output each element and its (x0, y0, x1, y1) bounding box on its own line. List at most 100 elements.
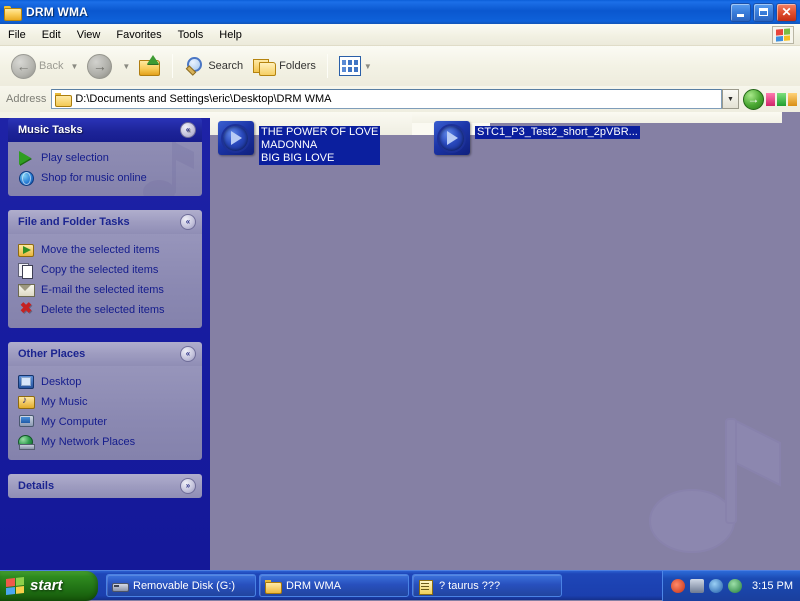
panel-header-music-tasks[interactable]: Music Tasks « (8, 118, 202, 142)
place-my-computer[interactable]: My Computer (18, 412, 196, 432)
file-item[interactable]: THE POWER OF LOVE MADONNA BIG BIG LOVE (216, 118, 380, 165)
file-item[interactable]: STC1_P3_Test2_short_2pVBR... (432, 118, 640, 158)
taskbar-button-taurus[interactable]: ? taurus ??? (412, 574, 562, 597)
restore-button[interactable] (753, 3, 774, 22)
back-dropdown-icon[interactable]: ▼ (70, 62, 78, 71)
system-tray: 3:15 PM (662, 571, 800, 601)
volume-icon[interactable] (671, 579, 685, 593)
chevron-down-icon[interactable]: » (180, 478, 196, 494)
chevron-up-icon[interactable]: « (180, 122, 196, 138)
taskbar: start Removable Disk (G:) DRM WMA ? taur… (0, 570, 800, 600)
shield-icon[interactable] (709, 579, 723, 593)
file-label: STC1_P3_Test2_short_2pVBR... (475, 126, 640, 139)
close-button[interactable]: ✕ (776, 3, 797, 22)
move-icon (18, 242, 34, 258)
desktop-icon (18, 374, 34, 390)
file-label: THE POWER OF LOVE MADONNA BIG BIG LOVE (259, 126, 380, 165)
place-label: My Network Places (41, 436, 135, 448)
toolbar: ← Back ▼ → ▼ Search Folders ▼ (0, 46, 800, 86)
file-list[interactable]: THE POWER OF LOVE MADONNA BIG BIG LOVE S… (210, 112, 800, 570)
task-label: Move the selected items (41, 244, 160, 256)
chevron-up-icon[interactable]: « (180, 346, 196, 362)
address-value: D:\Documents and Settings\eric\Desktop\D… (75, 93, 331, 105)
panel-header-details[interactable]: Details » (8, 474, 202, 498)
chevron-up-icon[interactable]: « (180, 214, 196, 230)
views-icon (339, 56, 361, 76)
forward-arrow-icon: → (87, 54, 112, 79)
delete-icon: ✖ (18, 302, 34, 318)
taskbar-button-label: DRM WMA (286, 580, 341, 592)
folders-button[interactable]: Folders (248, 51, 321, 81)
back-label: Back (39, 60, 63, 72)
menu-item-help[interactable]: Help (211, 27, 250, 43)
panel-header-file-and-folder-tasks[interactable]: File and Folder Tasks « (8, 210, 202, 234)
views-dropdown-icon[interactable]: ▼ (364, 62, 372, 71)
window-titlebar[interactable]: DRM WMA ✕ (0, 0, 800, 24)
task-delete-the-selected-items[interactable]: ✖ Delete the selected items (18, 300, 196, 320)
sidebar: Music Tasks « Play selection S (0, 118, 210, 570)
go-icon: → (748, 92, 760, 106)
menu-item-tools[interactable]: Tools (170, 27, 212, 43)
clock[interactable]: 3:15 PM (752, 580, 793, 592)
forward-dropdown-icon[interactable]: ▼ (122, 62, 130, 71)
task-label: Play selection (41, 152, 109, 164)
panel-body-music-tasks: Play selection Shop for music online (8, 142, 202, 196)
forward-button[interactable]: → (82, 51, 120, 81)
panel-details: Details » (8, 474, 202, 498)
taskbar-button-removable-disk[interactable]: Removable Disk (G:) (106, 574, 256, 597)
search-button[interactable]: Search (179, 51, 248, 81)
search-label: Search (208, 60, 243, 72)
network-error-icon[interactable] (690, 579, 704, 593)
address-bar: Address D:\Documents and Settings\eric\D… (0, 86, 800, 112)
taskbar-button-drm-wma[interactable]: DRM WMA (259, 574, 409, 597)
my-network-places-icon (18, 434, 34, 450)
panel-title: Other Places (18, 348, 85, 360)
up-button[interactable] (138, 54, 162, 78)
folder-icon (4, 5, 21, 20)
place-label: Desktop (41, 376, 81, 388)
panel-header-other-places[interactable]: Other Places « (8, 342, 202, 366)
mail-icon (18, 282, 34, 298)
task-copy-the-selected-items[interactable]: Copy the selected items (18, 260, 196, 280)
place-label: My Music (41, 396, 87, 408)
taskbar-buttons: Removable Disk (G:) DRM WMA ? taurus ??? (106, 574, 562, 597)
address-dropdown-button[interactable]: ▼ (722, 89, 739, 109)
address-input[interactable]: D:\Documents and Settings\eric\Desktop\D… (51, 89, 722, 109)
task-move-the-selected-items[interactable]: Move the selected items (18, 240, 196, 260)
panel-title: Details (18, 480, 54, 492)
address-extra-icons (766, 93, 797, 106)
task-email-the-selected-items[interactable]: E-mail the selected items (18, 280, 196, 300)
content-area[interactable]: Music Tasks « Play selection S (0, 112, 800, 570)
menu-item-edit[interactable]: Edit (34, 27, 69, 43)
start-button[interactable]: start (0, 571, 98, 601)
go-button[interactable]: → (743, 89, 764, 110)
display-icon[interactable] (728, 579, 742, 593)
panel-title: File and Folder Tasks (18, 216, 130, 228)
task-label: Delete the selected items (41, 304, 165, 316)
play-icon (18, 150, 34, 166)
minimize-icon (737, 14, 744, 17)
views-button[interactable]: ▼ (334, 51, 381, 81)
toolbar-separator (172, 54, 173, 78)
copy-icon (18, 262, 34, 278)
back-button[interactable]: ← Back (6, 51, 68, 81)
menu-item-file[interactable]: File (0, 27, 34, 43)
task-shop-for-music-online[interactable]: Shop for music online (18, 168, 196, 188)
menu-item-favorites[interactable]: Favorites (108, 27, 169, 43)
place-desktop[interactable]: Desktop (18, 372, 196, 392)
minimize-button[interactable] (730, 3, 751, 22)
panel-other-places: Other Places « Desktop My Music My Compu… (8, 342, 202, 460)
menu-item-view[interactable]: View (69, 27, 109, 43)
wma-media-icon (216, 118, 258, 158)
place-my-network-places[interactable]: My Network Places (18, 432, 196, 452)
notepad-icon (418, 579, 434, 593)
globe-icon (18, 170, 34, 186)
panel-file-and-folder-tasks: File and Folder Tasks « Move the selecte… (8, 210, 202, 328)
place-my-music[interactable]: My Music (18, 392, 196, 412)
folders-icon (253, 56, 275, 76)
address-label: Address (0, 93, 51, 105)
menu-bar: File Edit View Favorites Tools Help (0, 24, 800, 46)
task-label: E-mail the selected items (41, 284, 164, 296)
task-play-selection[interactable]: Play selection (18, 148, 196, 168)
window-title: DRM WMA (26, 5, 88, 19)
